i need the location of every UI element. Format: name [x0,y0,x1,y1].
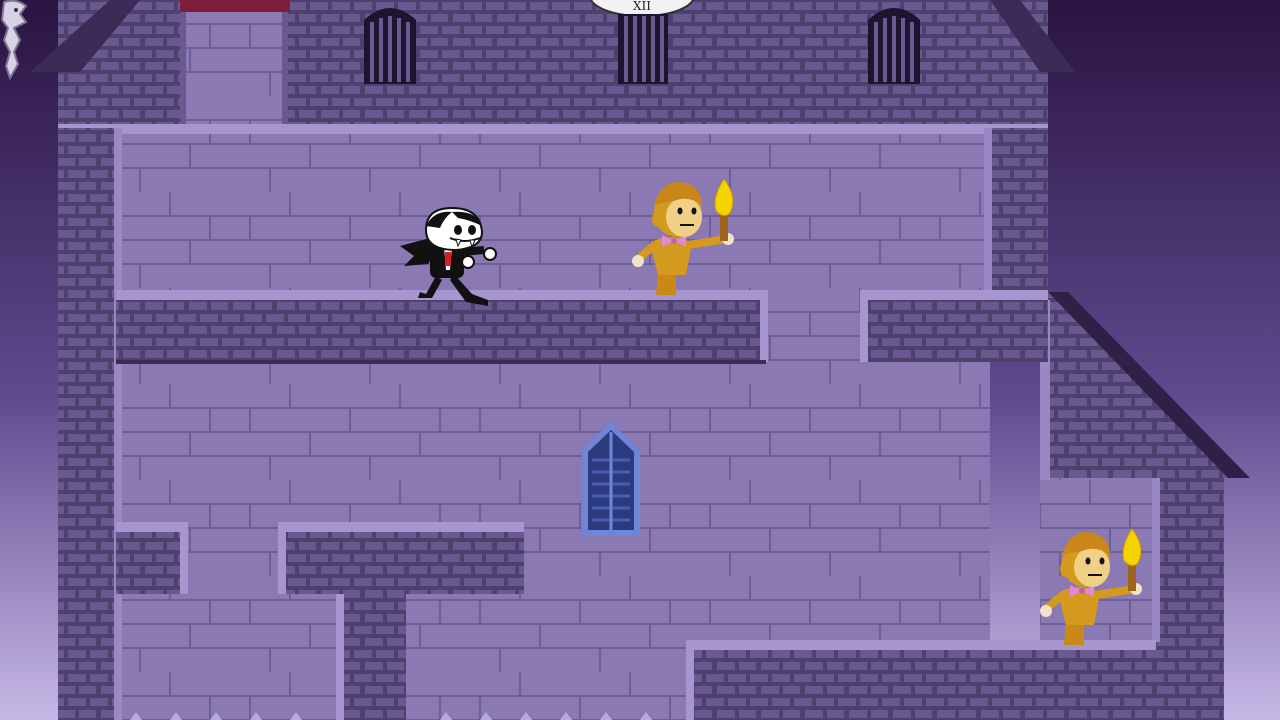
upper-floor-platform [116,290,768,364]
game-canvas[interactable]: XII [0,0,1280,720]
castle-interior-wall [120,128,990,720]
gothic-window-icon [364,8,416,84]
castle-scene: XII [0,0,1280,720]
left-tower-wall [58,128,120,720]
upper-right-ledge [860,290,1048,362]
lower-left-ledge [116,522,188,594]
clock-numeral: XII [633,0,651,13]
right-upper-wall [988,128,1048,308]
gothic-window-icon [618,14,668,84]
lower-right-floor [686,640,1224,720]
gothic-window-icon [868,8,920,84]
